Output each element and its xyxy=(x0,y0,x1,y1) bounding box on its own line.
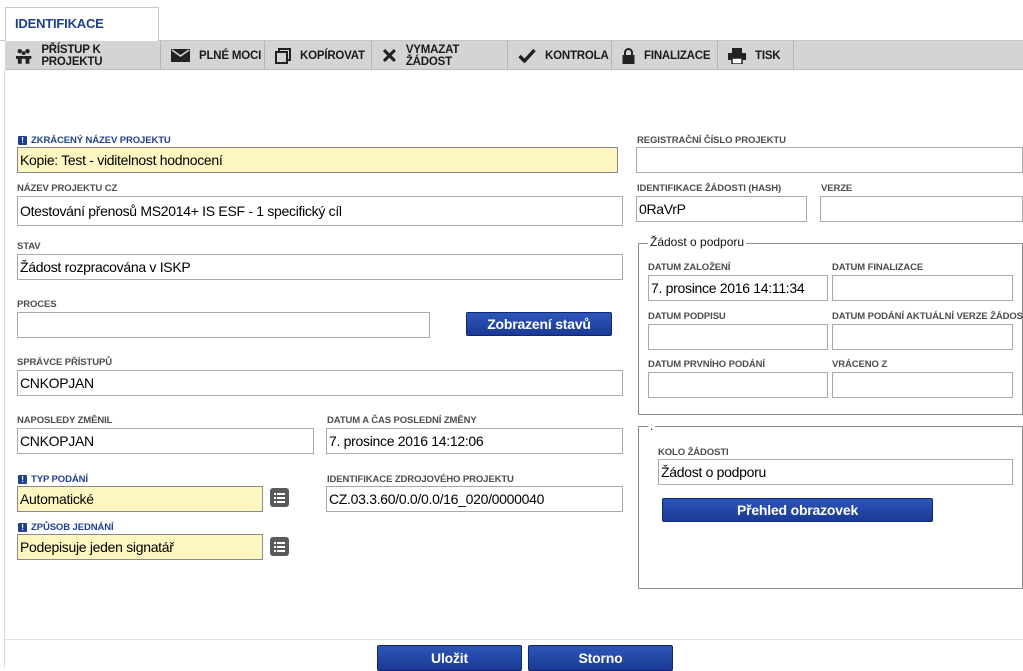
finalize-button[interactable]: FINALIZACE xyxy=(612,41,718,70)
finalize-label: FINALIZACE xyxy=(644,49,711,62)
conduct-method-list-button[interactable] xyxy=(270,537,289,556)
first-submission-input[interactable] xyxy=(648,372,828,398)
copy-label: KOPÍROVAT xyxy=(300,49,365,62)
required-icon: ! xyxy=(18,136,27,145)
signed-input[interactable] xyxy=(648,324,828,350)
check-label: KONTROLA xyxy=(545,49,609,62)
print-label: TISK xyxy=(755,49,781,62)
cancel-button[interactable]: Storno xyxy=(528,645,673,671)
printer-icon xyxy=(728,47,746,64)
round-legend: . xyxy=(648,419,656,433)
access-admin-label: SPRÁVCE PŘÍSTUPŮ xyxy=(17,357,113,368)
left-border xyxy=(4,70,5,667)
process-label: PROCES xyxy=(17,299,57,310)
finalized-label: DATUM FINALIZACE xyxy=(832,262,924,273)
access-label: PŘÍSTUP K PROJEKTU xyxy=(41,43,103,68)
hash-id-label: IDENTIFIKACE ŽÁDOSTI (HASH) xyxy=(637,183,782,194)
copy-button[interactable]: KOPÍROVAT xyxy=(265,41,372,70)
conduct-method-label: ! ZPŮSOB JEDNÁNÍ xyxy=(18,522,114,533)
short-name-input[interactable]: Kopie: Test - viditelnost hodnocení xyxy=(17,147,618,173)
state-input[interactable]: Žádost rozpracována v ISKP xyxy=(17,254,623,280)
source-project-id-input[interactable]: CZ.03.3.60/0.0/0.0/16_020/0000040 xyxy=(326,486,623,512)
checkmark-icon xyxy=(518,48,536,63)
submission-type-list-button[interactable] xyxy=(270,488,289,507)
last-change-time-input[interactable]: 7. prosince 2016 14:12:06 xyxy=(326,428,623,454)
check-button[interactable]: KONTROLA xyxy=(508,41,612,70)
save-button[interactable]: Uložit xyxy=(377,645,522,671)
conduct-method-input[interactable]: Podepisuje jeden signatář xyxy=(17,534,263,560)
name-cz-input[interactable]: Otestování přenosů MS2014+ IS ESF - 1 sp… xyxy=(17,196,623,226)
lock-icon xyxy=(622,47,635,64)
last-changed-by-label: NAPOSLEDY ZMĚNIL xyxy=(17,415,113,426)
submission-type-input[interactable]: Automatické xyxy=(17,486,263,512)
hash-id-input[interactable]: 0RaVrP xyxy=(636,196,807,222)
screens-overview-button[interactable]: Přehled obrazovek xyxy=(662,498,933,522)
delete-button[interactable]: VYMAZAT ŽÁDOST xyxy=(372,41,508,70)
footer-divider xyxy=(5,639,1023,640)
round-label: KOLO ŽÁDOSTI xyxy=(658,447,729,458)
required-icon: ! xyxy=(18,523,27,532)
reg-number-input[interactable] xyxy=(636,147,1023,173)
application-legend: Žádost o podporu xyxy=(648,235,747,249)
source-project-id-label: IDENTIFIKACE ZDROJOVÉHO PROJEKTU xyxy=(327,474,514,485)
created-input[interactable]: 7. prosince 2016 14:11:34 xyxy=(648,275,828,301)
first-submission-label: DATUM PRVNÍHO PODÁNÍ xyxy=(648,359,765,370)
version-label: VERZE xyxy=(821,183,853,194)
current-submission-input[interactable] xyxy=(832,324,1013,350)
required-icon: ! xyxy=(18,475,27,484)
access-button[interactable]: PŘÍSTUP K PROJEKTU xyxy=(5,41,161,70)
access-admin-input[interactable]: CNKOPJAN xyxy=(17,370,623,396)
delete-icon xyxy=(382,48,396,63)
state-label: STAV xyxy=(17,241,41,252)
version-input[interactable] xyxy=(820,196,1023,222)
returned-from-input[interactable] xyxy=(832,372,1013,398)
tab-identifikace-operace[interactable]: IDENTIFIKACE OPERACE xyxy=(5,7,159,63)
round-input[interactable]: Žádost o podporu xyxy=(658,459,1013,485)
toolbar: PŘÍSTUP K PROJEKTU PLNÉ MOCI KOPÍROVAT V… xyxy=(5,41,1023,70)
powers-button[interactable]: PLNÉ MOCI xyxy=(161,41,265,70)
signed-label: DATUM PODPISU xyxy=(648,311,726,322)
returned-from-label: VRÁCENO Z xyxy=(832,359,888,370)
list-icon xyxy=(274,541,285,552)
show-states-button[interactable]: Zobrazení stavů xyxy=(466,312,612,336)
submission-type-label: ! TYP PODÁNÍ xyxy=(18,474,88,485)
envelope-icon xyxy=(171,49,190,62)
last-change-time-label: DATUM A ČAS POSLEDNÍ ZMĚNY xyxy=(327,415,477,426)
reg-number-label: REGISTRAČNÍ ČÍSLO PROJEKTU xyxy=(637,135,786,146)
delete-label: VYMAZAT ŽÁDOST xyxy=(405,43,460,68)
people-icon xyxy=(15,48,32,64)
copy-icon xyxy=(275,47,291,64)
name-cz-label: NÁZEV PROJEKTU CZ xyxy=(17,183,118,194)
print-button[interactable]: TISK xyxy=(718,41,794,70)
short-name-label: ! ZKRÁCENÝ NÁZEV PROJEKTU xyxy=(18,135,171,146)
created-label: DATUM ZALOŽENÍ xyxy=(648,262,731,273)
last-changed-by-input[interactable]: CNKOPJAN xyxy=(17,428,314,454)
current-submission-label: DATUM PODÁNÍ AKTUÁLNÍ VERZE ŽÁDOSTI xyxy=(832,311,1023,322)
powers-label: PLNÉ MOCI xyxy=(199,49,262,62)
process-input[interactable] xyxy=(17,312,430,338)
finalized-input[interactable] xyxy=(832,275,1013,301)
list-icon xyxy=(274,492,285,503)
